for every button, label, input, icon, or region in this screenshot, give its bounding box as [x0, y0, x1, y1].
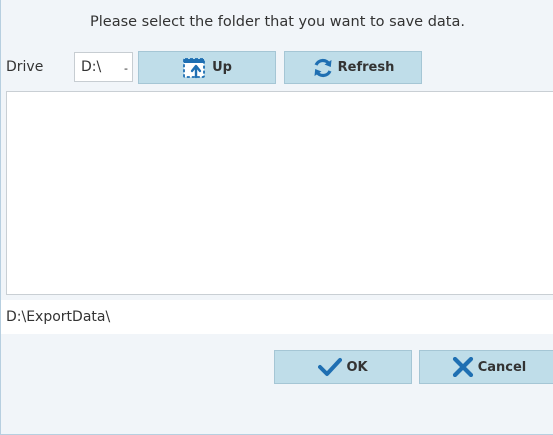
drive-dropdown-arrow-icon: -: [124, 62, 128, 75]
x-icon: [452, 357, 474, 377]
cancel-button-label: Cancel: [477, 359, 527, 375]
refresh-button[interactable]: Refresh: [284, 51, 422, 84]
drive-select[interactable]: D:\ -: [74, 52, 133, 82]
folder-path-field[interactable]: D:\ExportData\: [1, 300, 553, 334]
refresh-icon: [312, 57, 334, 79]
up-button-label: Up: [212, 60, 232, 75]
checkmark-icon: [318, 357, 343, 377]
cancel-button[interactable]: Cancel: [419, 350, 553, 384]
ok-button-label: OK: [346, 359, 368, 375]
dialog-prompt: Please select the folder that you want t…: [90, 14, 465, 30]
ok-button[interactable]: OK: [274, 350, 412, 384]
refresh-button-label: Refresh: [337, 60, 395, 75]
folder-list[interactable]: [6, 91, 553, 295]
drive-label: Drive: [6, 59, 44, 75]
up-button[interactable]: Up: [138, 51, 276, 84]
save-folder-dialog: Please select the folder that you want t…: [0, 0, 553, 435]
folder-up-icon: [182, 56, 208, 80]
drive-select-value: D:\: [81, 59, 102, 75]
